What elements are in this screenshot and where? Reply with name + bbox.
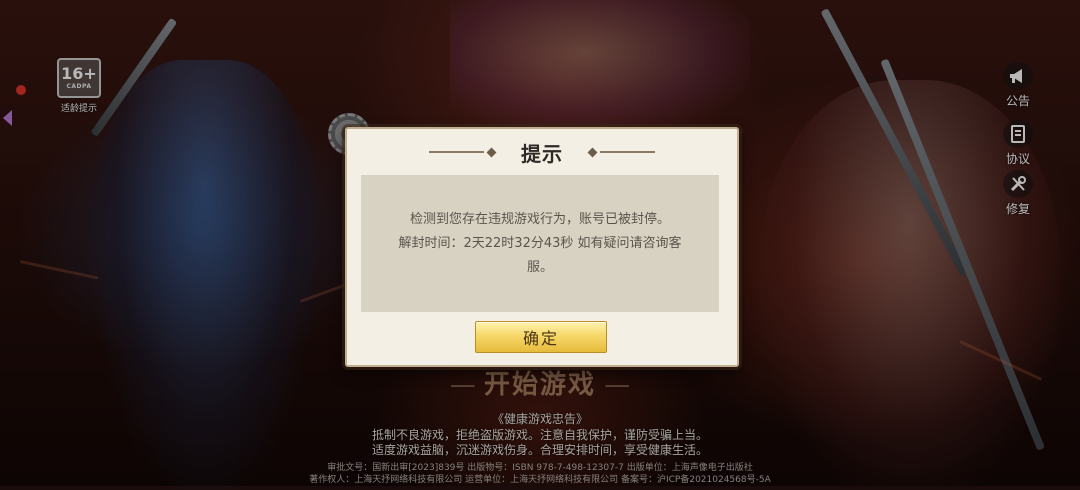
ornament-left-icon xyxy=(429,147,499,157)
alert-dialog: 提示 检测到您存在违规游戏行为，账号已被封停。 解封时间：2天22时32分43秒… xyxy=(345,127,739,367)
dialog-message: 检测到您存在违规游戏行为，账号已被封停。 解封时间：2天22时32分43秒 如有… xyxy=(390,208,690,280)
dialog-message-line2: 解封时间：2天22时32分43秒 如有疑问请咨询客服。 xyxy=(398,235,682,275)
dialog-header: 提示 xyxy=(347,129,737,175)
dialog-message-panel: 检测到您存在违规游戏行为，账号已被封停。 解封时间：2天22时32分43秒 如有… xyxy=(361,175,719,312)
confirm-button[interactable]: 确定 xyxy=(475,321,607,353)
dialog-title: 提示 xyxy=(521,141,563,166)
ornament-right-icon xyxy=(585,147,655,157)
dialog-message-line1: 检测到您存在违规游戏行为，账号已被封停。 xyxy=(409,211,670,227)
